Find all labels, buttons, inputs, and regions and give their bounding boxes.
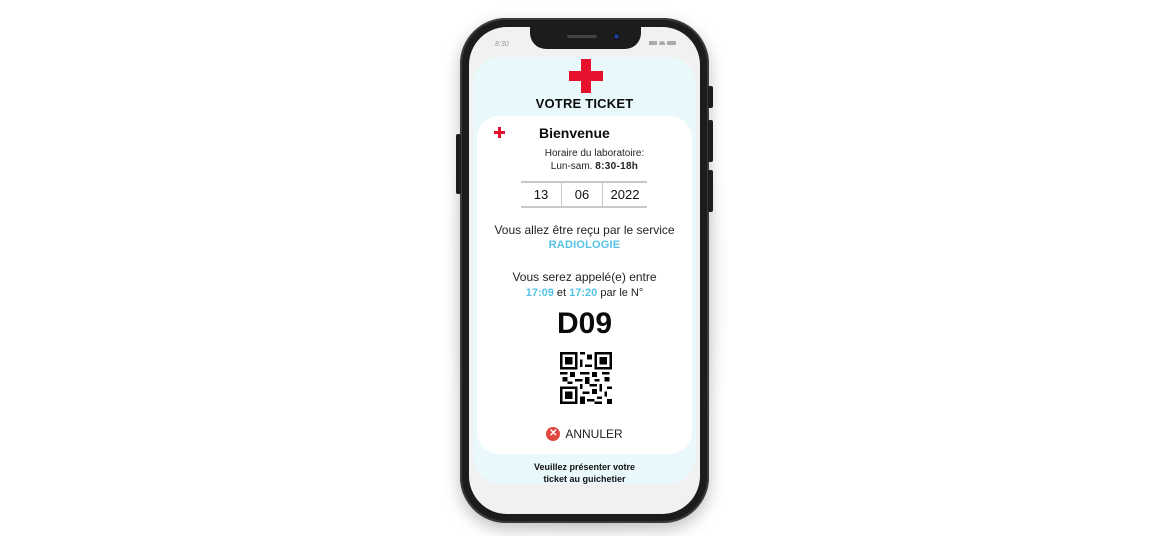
- cancel-label: ANNULER: [565, 427, 623, 441]
- status-icons: [649, 41, 676, 47]
- call-and: et: [556, 287, 567, 299]
- wifi-icon: [659, 41, 665, 45]
- footer-note: Veuillez présenter votre ticket au guich…: [473, 461, 696, 485]
- lab-hours-time: 8:30-18h: [595, 161, 639, 172]
- volume-up-button: [708, 120, 713, 162]
- power-side-button: [456, 134, 461, 194]
- date-year: 2022: [602, 183, 647, 206]
- ticket-card: Bienvenue Horaire du laboratoire: Lun-sa…: [477, 116, 692, 454]
- phone-screen: 8:30 VOTRE TICKET Bienvenue Horaire du l…: [469, 27, 700, 514]
- footer-line-1: Veuillez présenter votre: [533, 462, 636, 472]
- date-month: 06: [561, 183, 602, 206]
- service-name: RADIOLOGIE: [548, 239, 621, 251]
- signal-icon: [649, 41, 657, 45]
- welcome-heading: Bienvenue: [539, 125, 610, 141]
- front-camera: [613, 33, 620, 40]
- volume-down-button: [708, 170, 713, 212]
- cancel-button[interactable]: ✕ ANNULER: [477, 427, 692, 441]
- speaker: [567, 35, 597, 38]
- notch: [530, 27, 641, 49]
- phone-frame: 8:30 VOTRE TICKET Bienvenue Horaire du l…: [456, 18, 713, 523]
- call-times: 17:09 et 17:20 par le N°: [477, 287, 692, 299]
- qr-code-icon: [560, 352, 612, 404]
- ticket-title: VOTRE TICKET: [535, 96, 634, 111]
- call-suffix: par le N°: [600, 287, 644, 299]
- small-red-cross-icon: [494, 127, 505, 138]
- call-intro: Vous serez appelé(e) entre: [512, 270, 657, 284]
- service-intro: Vous allez être reçu par le service: [494, 223, 675, 237]
- lab-hours-label: Horaire du laboratoire:: [544, 148, 645, 159]
- lab-hours: Lun-sam. 8:30-18h: [477, 161, 692, 172]
- cancel-icon: ✕: [546, 427, 561, 441]
- footer-line-2: ticket au guichetier: [543, 474, 626, 484]
- ticket-container: VOTRE TICKET Bienvenue Horaire du labora…: [473, 57, 696, 484]
- date-display: 13 06 2022: [521, 181, 647, 208]
- lab-hours-days: Lun-sam.: [550, 161, 593, 172]
- date-day: 13: [533, 187, 549, 202]
- call-start-time: 17:09: [525, 287, 554, 299]
- status-time: 8:30: [495, 41, 509, 48]
- red-cross-icon: [569, 59, 603, 93]
- call-end-time: 17:20: [569, 287, 598, 299]
- battery-icon: [667, 41, 676, 45]
- mute-switch: [708, 86, 713, 108]
- ticket-number: D09: [556, 307, 613, 340]
